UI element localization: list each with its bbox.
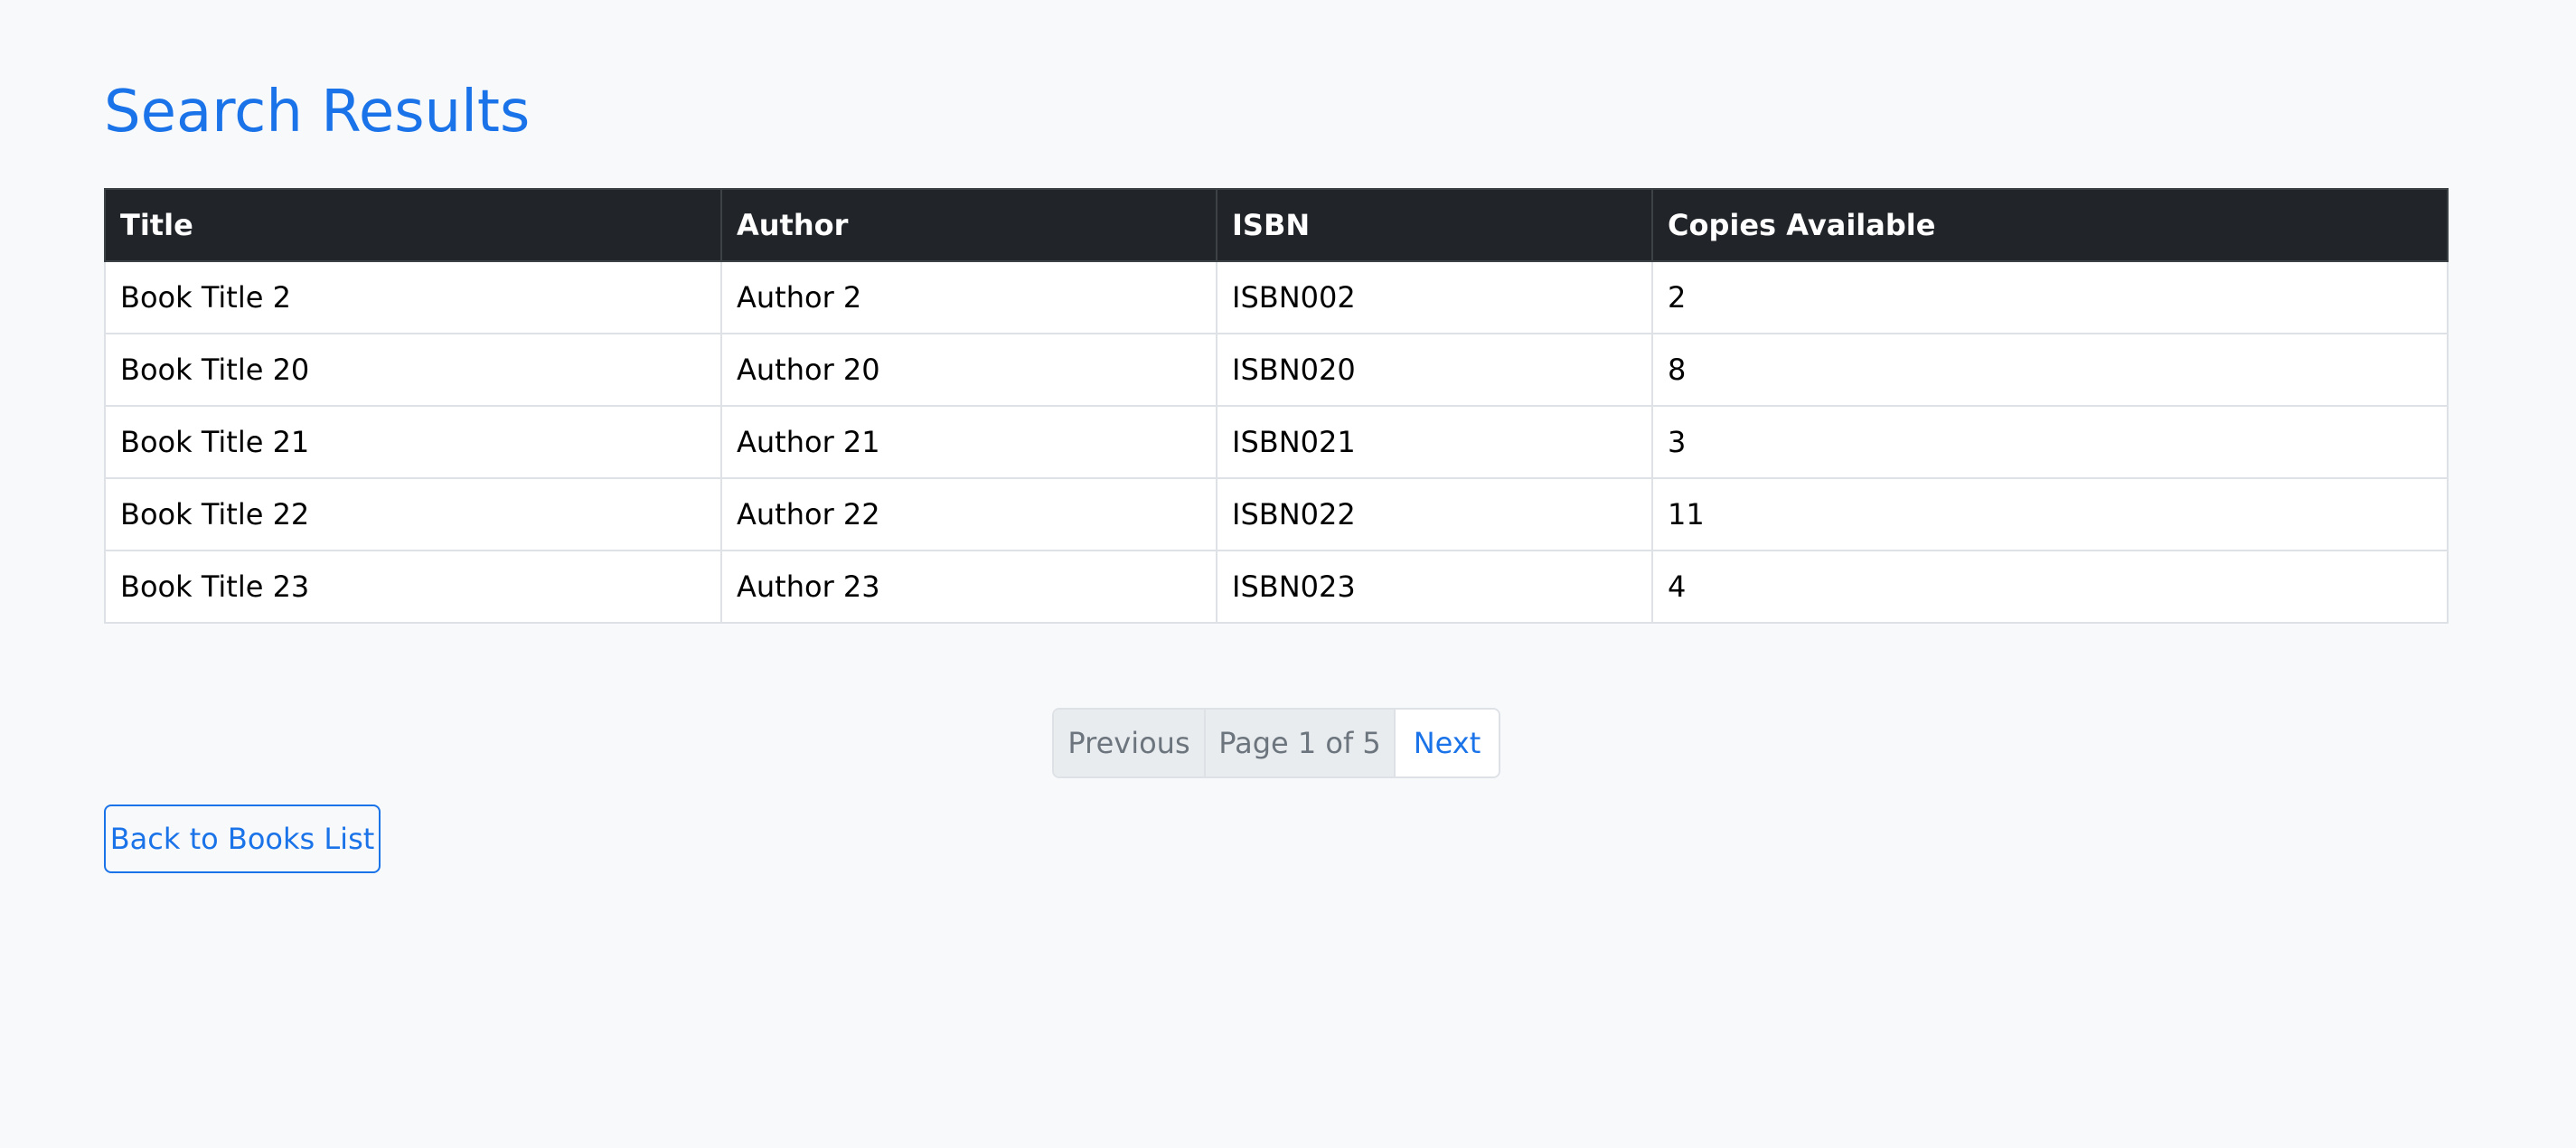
results-table: Title Author ISBN Copies Available Book … bbox=[104, 188, 2449, 624]
table-row: Book Title 2 Author 2 ISBN002 2 bbox=[104, 260, 2449, 334]
next-page-button[interactable]: Next bbox=[1396, 710, 1499, 776]
cell-isbn: ISBN021 bbox=[1216, 405, 1653, 479]
cell-author: Author 2 bbox=[720, 260, 1217, 334]
cell-title: Book Title 21 bbox=[104, 405, 722, 479]
cell-isbn: ISBN023 bbox=[1216, 550, 1653, 624]
cell-isbn: ISBN020 bbox=[1216, 333, 1653, 407]
cell-author: Author 23 bbox=[720, 550, 1217, 624]
cell-copies-available: 11 bbox=[1651, 477, 2449, 551]
table-row: Book Title 20 Author 20 ISBN020 8 bbox=[104, 333, 2449, 407]
column-header-title: Title bbox=[104, 188, 722, 262]
pagination: Previous Page 1 of 5 Next bbox=[1052, 708, 1500, 778]
cell-isbn: ISBN002 bbox=[1216, 260, 1653, 334]
cell-copies-available: 8 bbox=[1651, 333, 2449, 407]
cell-title: Book Title 23 bbox=[104, 550, 722, 624]
page-title: Search Results bbox=[104, 79, 531, 146]
cell-title: Book Title 2 bbox=[104, 260, 722, 334]
previous-page-button: Previous bbox=[1054, 710, 1206, 776]
cell-title: Book Title 20 bbox=[104, 333, 722, 407]
back-to-books-list-button[interactable]: Back to Books List bbox=[104, 805, 381, 873]
cell-copies-available: 3 bbox=[1651, 405, 2449, 479]
column-header-copies-available: Copies Available bbox=[1651, 188, 2449, 262]
table-header: Title Author ISBN Copies Available bbox=[104, 188, 2449, 262]
cell-author: Author 21 bbox=[720, 405, 1217, 479]
table-header-row: Title Author ISBN Copies Available bbox=[104, 188, 2449, 262]
table-row: Book Title 22 Author 22 ISBN022 11 bbox=[104, 477, 2449, 551]
table-body: Book Title 2 Author 2 ISBN002 2 Book Tit… bbox=[104, 260, 2449, 624]
column-header-author: Author bbox=[720, 188, 1217, 262]
table-row: Book Title 21 Author 21 ISBN021 3 bbox=[104, 405, 2449, 479]
table-row: Book Title 23 Author 23 ISBN023 4 bbox=[104, 550, 2449, 624]
column-header-isbn: ISBN bbox=[1216, 188, 1653, 262]
cell-copies-available: 4 bbox=[1651, 550, 2449, 624]
cell-author: Author 20 bbox=[720, 333, 1217, 407]
cell-isbn: ISBN022 bbox=[1216, 477, 1653, 551]
page-indicator: Page 1 of 5 bbox=[1206, 710, 1396, 776]
cell-author: Author 22 bbox=[720, 477, 1217, 551]
cell-copies-available: 2 bbox=[1651, 260, 2449, 334]
cell-title: Book Title 22 bbox=[104, 477, 722, 551]
